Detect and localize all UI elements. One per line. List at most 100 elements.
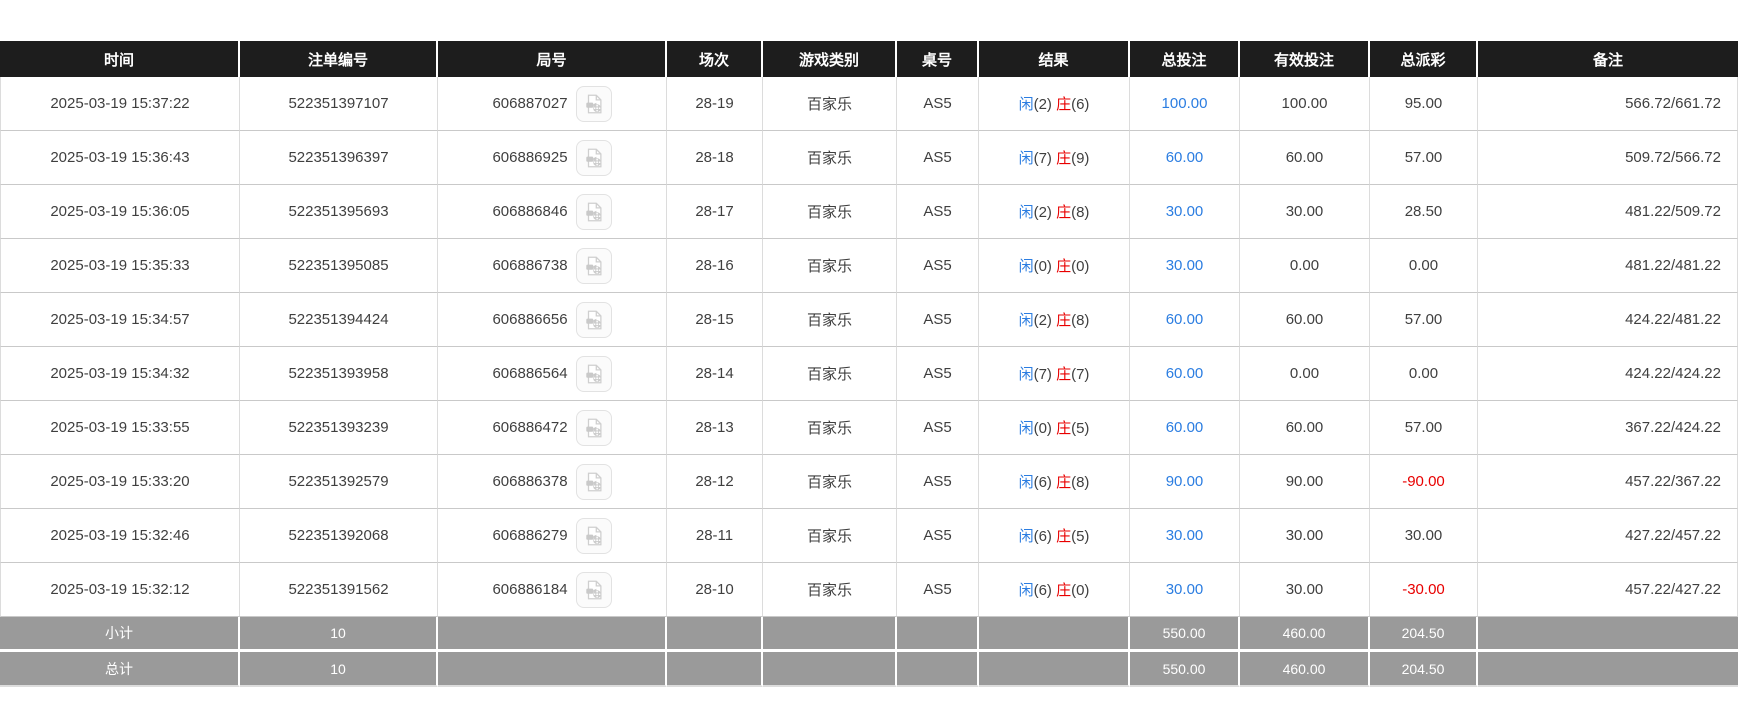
session-cell: 28-12 <box>667 455 763 509</box>
player-result-label: 闲 <box>1019 150 1034 167</box>
bet-id-cell: 522351391562 <box>240 563 438 617</box>
remark-cell: 481.22/509.72 <box>1478 185 1738 239</box>
round-id-cell: 606887027 <box>438 77 667 131</box>
remark-cell: 457.22/427.22 <box>1478 563 1738 617</box>
game-type-cell: 百家乐 <box>763 239 897 293</box>
table-row: 2025-03-19 15:32:46522351392068606886279… <box>0 509 1738 563</box>
valid-bet-cell: 30.00 <box>1240 509 1370 563</box>
player-result-label: 闲 <box>1019 528 1034 545</box>
grandtotal-row: 总计10550.00460.00204.50 <box>0 652 1738 687</box>
table-body: 2025-03-19 15:37:22522351397107606887027… <box>0 77 1738 687</box>
table-id-cell: AS5 <box>897 239 979 293</box>
summary-count-cell: 10 <box>240 652 438 687</box>
banker-result-label: 庄 <box>1056 150 1071 167</box>
total-bet-cell: 60.00 <box>1130 293 1240 347</box>
table-id-cell: AS5 <box>897 293 979 347</box>
result-cell: 闲(2) 庄(6) <box>979 77 1130 131</box>
summary-empty-cell <box>667 652 763 687</box>
column-header-table-id: 桌号 <box>897 41 979 77</box>
result-cell: 闲(7) 庄(9) <box>979 131 1130 185</box>
valid-bet-cell: 30.00 <box>1240 185 1370 239</box>
total-bet-cell: 30.00 <box>1130 239 1240 293</box>
video-file-icon <box>583 255 605 277</box>
table-row: 2025-03-19 15:33:20522351392579606886378… <box>0 455 1738 509</box>
remark-cell: 566.72/661.72 <box>1478 77 1738 131</box>
round-id-cell: 606886378 <box>438 455 667 509</box>
video-replay-button[interactable] <box>576 194 612 230</box>
valid-bet-cell: 0.00 <box>1240 239 1370 293</box>
result-cell: 闲(6) 庄(0) <box>979 563 1130 617</box>
player-result-label: 闲 <box>1019 366 1034 383</box>
round-id-value: 606886656 <box>492 311 567 328</box>
banker-result-label: 庄 <box>1056 96 1071 113</box>
video-replay-button[interactable] <box>576 518 612 554</box>
result-cell: 闲(2) 庄(8) <box>979 185 1130 239</box>
session-cell: 28-17 <box>667 185 763 239</box>
summary-valid-bet-cell: 460.00 <box>1240 652 1370 687</box>
summary-empty-cell <box>763 652 897 687</box>
table-id-cell: AS5 <box>897 455 979 509</box>
payout-cell: -30.00 <box>1370 563 1478 617</box>
remark-cell: 509.72/566.72 <box>1478 131 1738 185</box>
table-row: 2025-03-19 15:37:22522351397107606887027… <box>0 77 1738 131</box>
banker-result-label: 庄 <box>1056 366 1071 383</box>
total-bet-cell: 60.00 <box>1130 131 1240 185</box>
result-cell: 闲(0) 庄(0) <box>979 239 1130 293</box>
banker-result-label: 庄 <box>1056 312 1071 329</box>
summary-empty-cell <box>979 617 1130 652</box>
total-bet-cell: 90.00 <box>1130 455 1240 509</box>
video-file-icon <box>583 579 605 601</box>
valid-bet-cell: 100.00 <box>1240 77 1370 131</box>
table-id-cell: AS5 <box>897 563 979 617</box>
time-cell: 2025-03-19 15:37:22 <box>0 77 240 131</box>
payout-cell: -90.00 <box>1370 455 1478 509</box>
summary-count-cell: 10 <box>240 617 438 652</box>
table-id-cell: AS5 <box>897 509 979 563</box>
table-row: 2025-03-19 15:32:12522351391562606886184… <box>0 563 1738 617</box>
column-header-payout: 总派彩 <box>1370 41 1478 77</box>
session-cell: 28-10 <box>667 563 763 617</box>
round-id-group: 606886472 <box>492 410 611 446</box>
total-bet-cell: 30.00 <box>1130 185 1240 239</box>
round-id-value: 606886378 <box>492 473 567 490</box>
remark-cell: 481.22/481.22 <box>1478 239 1738 293</box>
summary-empty-cell <box>1478 617 1738 652</box>
round-id-value: 606886846 <box>492 203 567 220</box>
result-cell: 闲(7) 庄(7) <box>979 347 1130 401</box>
table-row: 2025-03-19 15:33:55522351393239606886472… <box>0 401 1738 455</box>
video-replay-button[interactable] <box>576 410 612 446</box>
video-file-icon <box>583 417 605 439</box>
video-replay-button[interactable] <box>576 356 612 392</box>
table-id-cell: AS5 <box>897 347 979 401</box>
round-id-value: 606886472 <box>492 419 567 436</box>
round-id-group: 606886564 <box>492 356 611 392</box>
session-cell: 28-11 <box>667 509 763 563</box>
round-id-cell: 606886279 <box>438 509 667 563</box>
column-header-result: 结果 <box>979 41 1130 77</box>
summary-empty-cell <box>438 652 667 687</box>
round-id-group: 606886279 <box>492 518 611 554</box>
result-cell: 闲(6) 庄(5) <box>979 509 1130 563</box>
total-bet-cell: 100.00 <box>1130 77 1240 131</box>
video-replay-button[interactable] <box>576 86 612 122</box>
result-cell: 闲(2) 庄(8) <box>979 293 1130 347</box>
time-cell: 2025-03-19 15:34:57 <box>0 293 240 347</box>
time-cell: 2025-03-19 15:36:05 <box>0 185 240 239</box>
time-cell: 2025-03-19 15:36:43 <box>0 131 240 185</box>
valid-bet-cell: 30.00 <box>1240 563 1370 617</box>
video-replay-button[interactable] <box>576 464 612 500</box>
round-id-value: 606886184 <box>492 581 567 598</box>
video-replay-button[interactable] <box>576 140 612 176</box>
session-cell: 28-18 <box>667 131 763 185</box>
summary-empty-cell <box>979 652 1130 687</box>
video-file-icon <box>583 201 605 223</box>
round-id-group: 606887027 <box>492 86 611 122</box>
video-replay-button[interactable] <box>576 572 612 608</box>
video-replay-button[interactable] <box>576 302 612 338</box>
video-replay-button[interactable] <box>576 248 612 284</box>
round-id-value: 606887027 <box>492 95 567 112</box>
time-cell: 2025-03-19 15:33:55 <box>0 401 240 455</box>
round-id-group: 606886378 <box>492 464 611 500</box>
table-row: 2025-03-19 15:34:57522351394424606886656… <box>0 293 1738 347</box>
video-file-icon <box>583 471 605 493</box>
